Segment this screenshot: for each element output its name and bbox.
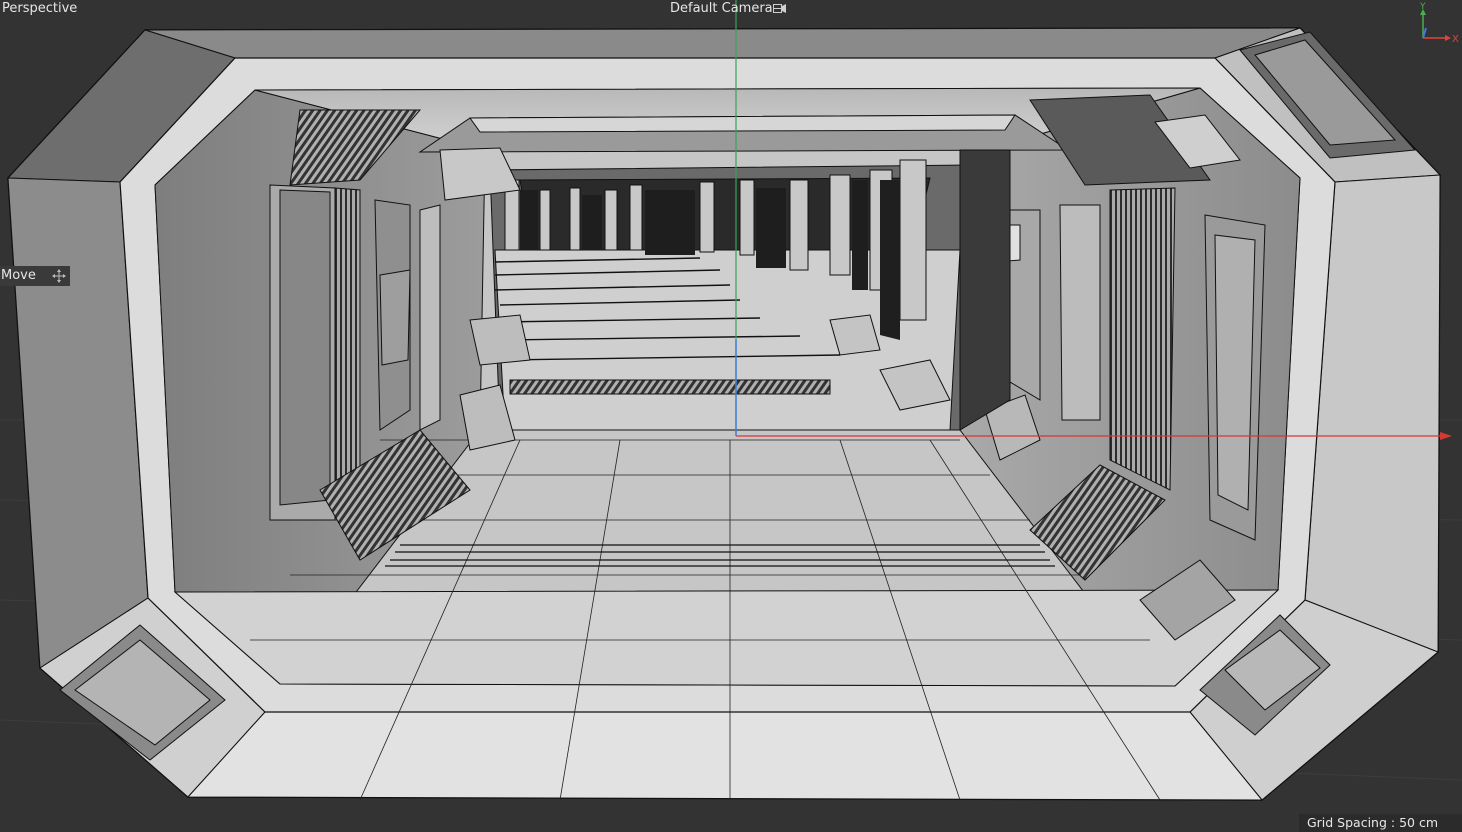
floor — [173, 589, 1280, 687]
camera-icon[interactable] — [773, 3, 787, 14]
grid-spacing-label: Grid Spacing : 50 cm — [1298, 814, 1462, 832]
corridor-scene[interactable] — [0, 0, 1462, 832]
move-icon — [52, 269, 66, 283]
x-axis-label: X — [1452, 34, 1459, 45]
perspective-viewport[interactable]: Perspective Default Camera Move Y X Grid… — [0, 0, 1462, 832]
view-label[interactable]: Perspective — [2, 1, 77, 17]
y-axis-label: Y — [1419, 2, 1426, 12]
active-tool-indicator: Move — [0, 266, 70, 286]
camera-name[interactable]: Default Camera — [670, 1, 773, 17]
axis-gizmo: Y X — [1419, 2, 1459, 45]
tool-name: Move — [1, 268, 36, 283]
